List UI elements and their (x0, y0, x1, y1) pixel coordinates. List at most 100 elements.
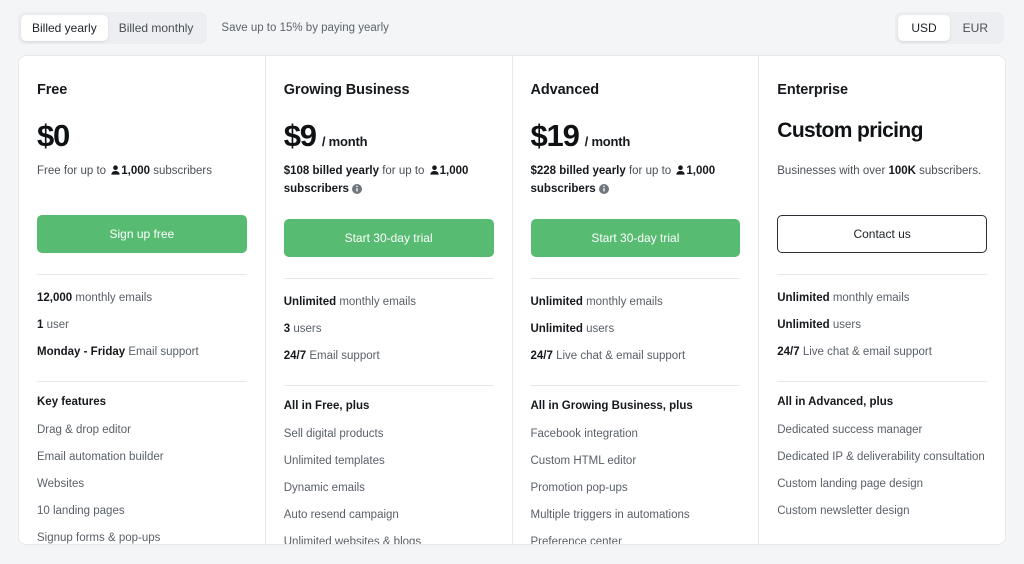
person-icon (676, 164, 685, 181)
list-item: Email automation builder (37, 450, 164, 463)
list-item: 24/7 Live chat & email support (777, 345, 987, 360)
list-item: 3 users (284, 322, 494, 337)
section-divider (530, 385, 741, 387)
list-item: Auto resend campaign (283, 508, 399, 521)
plan-subscribers-label: subscribers (530, 182, 596, 195)
plan-price-row: $9 / month (284, 120, 494, 154)
plan-feature-list: Facebook integration Custom HTML editor Pr… (530, 412, 741, 545)
core-limit-label: Live chat & email support (552, 350, 686, 363)
core-limit-label: Email support (125, 345, 199, 358)
core-limit-label: user (43, 318, 69, 331)
plan-billed-total: $228 billed yearly (530, 165, 626, 177)
list-item: Promotion pop-ups (530, 482, 628, 495)
list-item: Drag & drop editor (37, 423, 131, 436)
core-limit-label: users (582, 323, 615, 336)
plan-price-caption: Businesses with over 100K subscribers. (777, 165, 982, 177)
plan-name: Growing Business (283, 82, 410, 98)
currency-toggle-eur[interactable]: EUR (950, 15, 1001, 41)
core-limit-label: monthly emails (72, 292, 153, 304)
core-limit-value: Unlimited (283, 296, 337, 309)
plan-subscriber-count: 1,000 (439, 165, 469, 177)
plan-feature-list: Drag & drop editor Email automation build… (37, 408, 247, 544)
person-icon (111, 164, 120, 181)
plan-price-caption: Free for up to 1,000 subscribers (37, 163, 247, 195)
plan-subscriber-count: 1,000 (121, 165, 151, 177)
core-limit-value: Unlimited (777, 292, 830, 304)
info-icon[interactable] (351, 183, 362, 200)
features-heading: Key features (37, 395, 107, 408)
plan-feature-list: Dedicated success manager Dedicated IP & … (777, 408, 987, 519)
plan-card: Free $0 Free for up to 1,000 subscribers Si… (19, 56, 266, 544)
list-item: Unlimited websites & blogs (283, 535, 422, 545)
list-item: Unlimited templates (283, 455, 385, 468)
list-item: Facebook integration (530, 428, 638, 441)
core-limit-label: monthly emails (829, 292, 910, 304)
list-item: Multiple triggers in automations (530, 508, 690, 521)
list-item: 1 user (37, 318, 247, 333)
plan-price-row: Custom pricing (777, 120, 987, 154)
list-item: Custom HTML editor (530, 455, 637, 468)
list-item: Dedicated success manager (777, 423, 923, 436)
savings-note: Save up to 15% by paying yearly (221, 21, 389, 34)
core-limit-value: 24/7 (530, 350, 553, 363)
billing-toggle-yearly[interactable]: Billed yearly (21, 14, 108, 41)
plan-subscriber-count: 100K (888, 165, 916, 177)
info-icon[interactable] (598, 183, 609, 200)
list-item: Dedicated IP & deliverability consultati… (777, 450, 985, 463)
pricing-table: Free $0 Free for up to 1,000 subscribers Si… (18, 55, 1006, 545)
plan-card: Advanced $19 / month $228 billed yearly for… (513, 56, 760, 544)
plan-card: Enterprise Custom pricing Businesses with … (759, 56, 1005, 544)
features-heading: All in Advanced, plus (777, 395, 894, 408)
list-item: 10 landing pages (37, 504, 125, 517)
plan-name: Advanced (530, 82, 600, 98)
list-item: Unlimited monthly emails (777, 291, 987, 306)
core-limit-label: monthly emails (582, 296, 663, 309)
plan-feature-list: Sell digital products Unlimited templates… (283, 412, 494, 545)
plan-price-caption: $228 billed yearly for up to 1,000 subsc… (531, 163, 741, 199)
plan-billed-total: $108 billed yearly (283, 165, 380, 177)
toolbar: Billed yearly Billed monthly Save up to … (0, 0, 1024, 55)
plan-price: Custom pricing (777, 119, 923, 142)
plan-cta-button[interactable]: Sign up free (37, 215, 247, 253)
section-divider (283, 385, 494, 387)
core-limit-value: Unlimited (530, 323, 583, 336)
plan-card: Growing Business $9 / month $108 billed yea… (266, 56, 513, 544)
currency-toggle[interactable]: USD EUR (895, 11, 1004, 44)
plan-price-row: $19 / month (531, 120, 741, 154)
list-item: Custom newsletter design (777, 504, 910, 517)
core-limit-value: 12,000 (37, 292, 73, 304)
person-icon (429, 164, 439, 181)
list-item: Websites (37, 477, 85, 490)
plan-price-row: $0 (37, 120, 247, 154)
list-item: Preference center (530, 535, 622, 545)
list-item: 24/7 Email support (284, 349, 494, 364)
list-item: Custom landing page design (777, 477, 924, 490)
core-limit-label: Live chat & email support (799, 345, 932, 358)
billing-toggle-monthly[interactable]: Billed monthly (108, 15, 205, 41)
plan-core-limits: Unlimited monthly emails Unlimited users 2… (777, 275, 987, 360)
plan-cta-button[interactable]: Start 30-day trial (530, 219, 741, 258)
core-limit-value: 24/7 (283, 350, 307, 363)
plan-price-caption: $108 billed yearly for up to 1,000 subsc… (284, 163, 494, 199)
list-item: Monday - Friday Email support (37, 345, 247, 360)
plan-core-limits: Unlimited monthly emails Unlimited users 2… (531, 279, 741, 364)
section-divider (37, 380, 247, 382)
list-item: 24/7 Live chat & email support (531, 349, 741, 364)
core-limit-value: Unlimited (530, 296, 583, 309)
plan-name: Enterprise (777, 82, 848, 98)
plan-cta-button[interactable]: Start 30-day trial (283, 219, 494, 258)
billing-period-toggle[interactable]: Billed yearly Billed monthly (18, 11, 208, 44)
list-item: Sell digital products (283, 428, 384, 441)
plan-subscriber-count: 1,000 (686, 165, 716, 177)
core-limit-value: Unlimited (777, 318, 830, 331)
currency-toggle-usd[interactable]: USD (898, 14, 950, 41)
plan-core-limits: 12,000 monthly emails 1 user Monday - Frid… (37, 275, 247, 360)
plan-price: $0 (37, 118, 70, 153)
core-limit-label: users (829, 318, 861, 331)
plan-price: $9 (283, 118, 317, 153)
features-heading: All in Free, plus (283, 400, 370, 413)
plan-cta-button[interactable]: Contact us (777, 215, 987, 253)
list-item: 12,000 monthly emails (37, 291, 247, 306)
core-limit-value: 24/7 (777, 345, 800, 358)
section-divider (777, 380, 987, 382)
